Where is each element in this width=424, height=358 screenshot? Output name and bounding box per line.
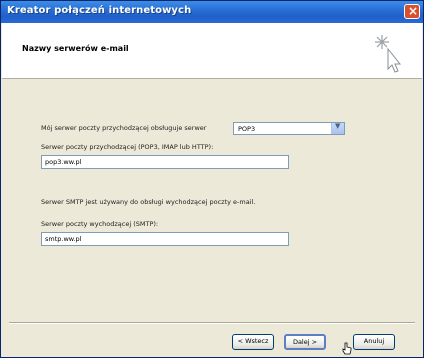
outgoing-server-value: smtp.ww.pl bbox=[45, 235, 82, 243]
next-button-label: Dalej > bbox=[292, 338, 318, 346]
incoming-type-select[interactable]: POP3 ▼ bbox=[233, 122, 345, 135]
outgoing-server-input[interactable]: smtp.ww.pl bbox=[41, 232, 289, 246]
window-title: Kreator połączeń internetowych bbox=[7, 5, 192, 16]
wizard-window: Kreator połączeń internetowych × Nazwy s… bbox=[0, 0, 424, 358]
close-button[interactable]: × bbox=[404, 4, 420, 19]
incoming-type-label: Mój serwer poczty przychodzącej obsługuj… bbox=[41, 124, 207, 132]
outgoing-server-label: Serwer poczty wychodzącej (SMTP): bbox=[41, 220, 159, 228]
wizard-header: Nazwy serwerów e-mail bbox=[2, 23, 422, 79]
title-bar[interactable]: Kreator połączeń internetowych × bbox=[1, 1, 423, 23]
hand-cursor-icon bbox=[342, 342, 352, 355]
incoming-server-label: Serwer poczty przychodzącej (POP3, IMAP … bbox=[41, 143, 214, 151]
next-button[interactable]: Dalej > bbox=[284, 334, 326, 350]
wizard-sparkle-cursor-icon bbox=[375, 35, 402, 73]
close-icon: × bbox=[408, 4, 419, 18]
smtp-note: Serwer SMTP jest używany do obsługi wych… bbox=[41, 198, 256, 206]
footer-divider bbox=[9, 322, 415, 324]
incoming-type-value: POP3 bbox=[238, 125, 256, 133]
page-title: Nazwy serwerów e-mail bbox=[22, 44, 129, 53]
cancel-button[interactable]: Anuluj bbox=[353, 334, 395, 350]
back-button[interactable]: < Wstecz bbox=[232, 334, 274, 350]
chevron-down-icon[interactable]: ▼ bbox=[331, 122, 344, 134]
back-button-label: < Wstecz bbox=[237, 337, 269, 345]
cancel-button-label: Anuluj bbox=[363, 337, 385, 345]
incoming-server-value: pop3.ww.pl bbox=[45, 158, 82, 166]
incoming-server-input[interactable]: pop3.ww.pl bbox=[41, 155, 289, 169]
